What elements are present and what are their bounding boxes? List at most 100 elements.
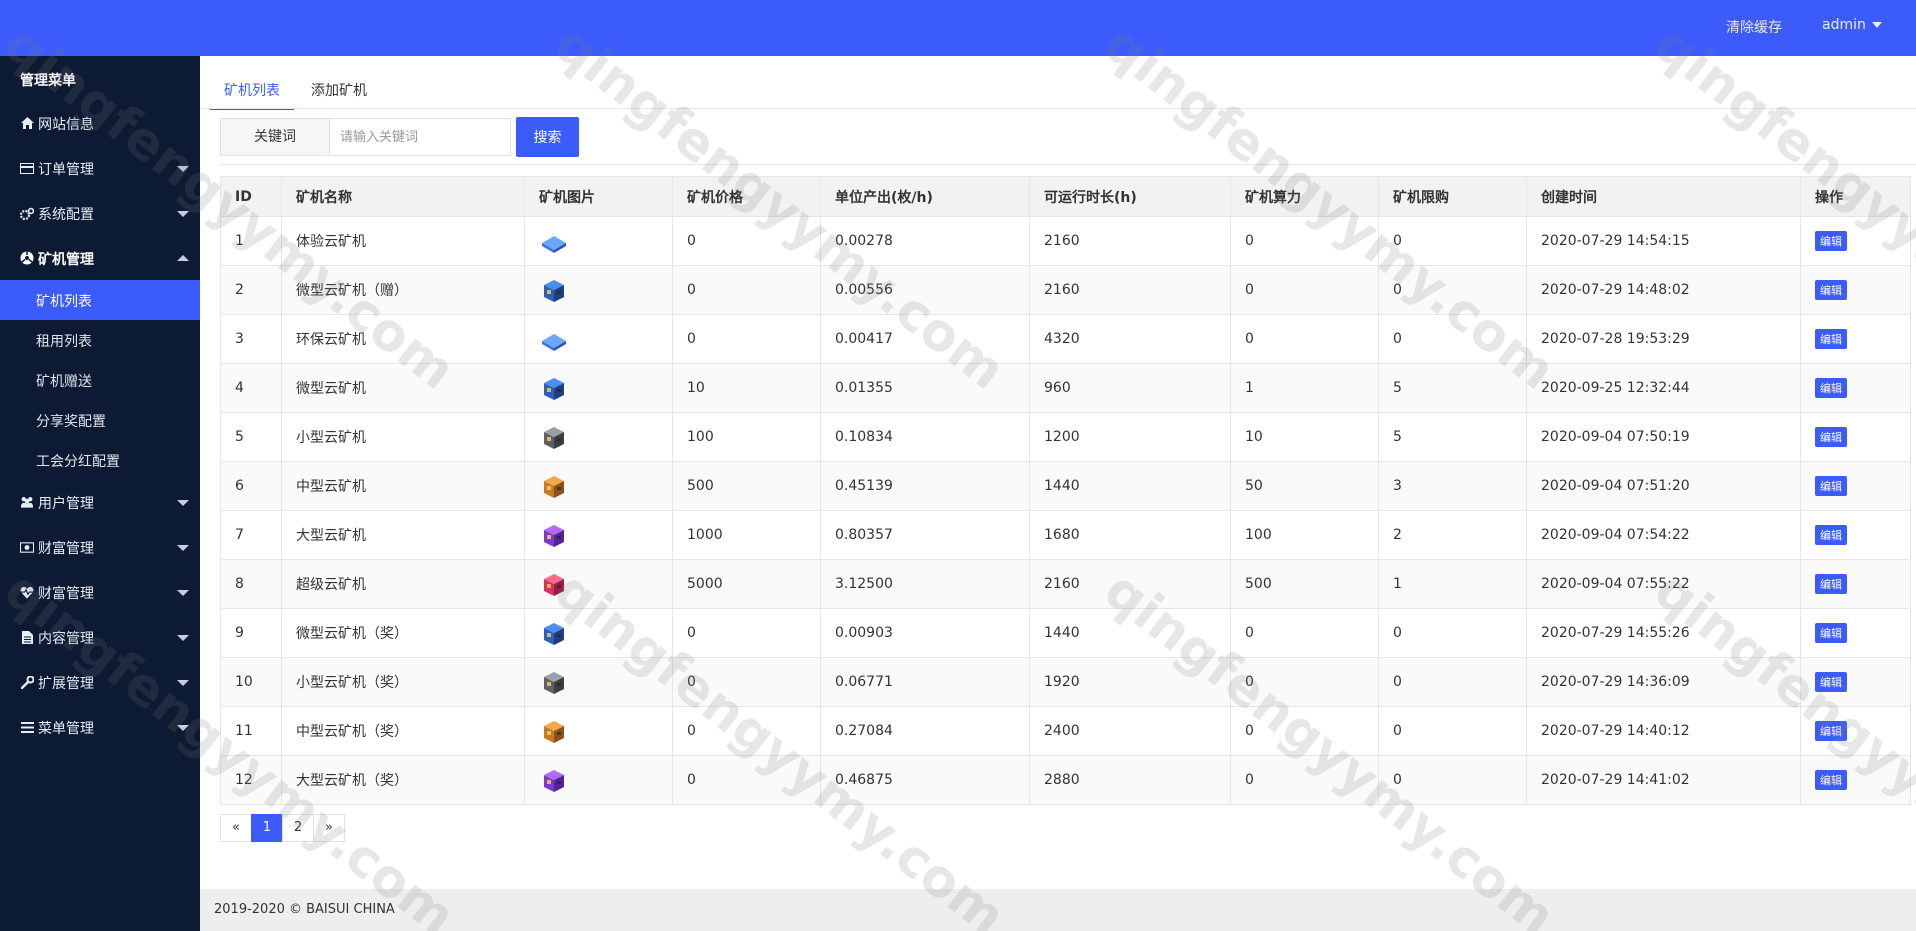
sidebar-subitem-label: 分享奖配置 <box>36 414 106 430</box>
chevron-down-icon <box>177 725 189 731</box>
cell-price: 500 <box>672 461 821 511</box>
sidebar-subitem-label: 矿机列表 <box>36 294 92 310</box>
cell-id: 1 <box>220 216 282 266</box>
sidebar-item-miner-management[interactable]: 矿机管理 <box>0 236 200 280</box>
cell-power: 0 <box>1230 706 1379 756</box>
miner-image <box>539 373 569 403</box>
page-button-2[interactable]: 2 <box>282 814 314 842</box>
sidebar-item-label: 系统配置 <box>38 207 94 223</box>
chevron-down-icon <box>177 166 189 172</box>
sidebar-item-orders[interactable]: 订单管理 <box>0 146 200 190</box>
miner-image <box>539 618 569 648</box>
next-page-button[interactable]: » <box>313 814 345 842</box>
edit-button[interactable]: 编辑 <box>1815 231 1847 251</box>
chevron-down-icon <box>177 500 189 506</box>
cell-price: 10 <box>672 363 821 413</box>
tab-add-miner[interactable]: 添加矿机 <box>294 70 384 110</box>
sidebar-subitem-share-reward[interactable]: 分享奖配置 <box>0 400 200 440</box>
cell-output: 0.00417 <box>820 314 1030 364</box>
cell-image <box>524 510 673 560</box>
miner-image <box>539 520 569 550</box>
sidebar-subitem-miner-list[interactable]: 矿机列表 <box>0 280 200 320</box>
edit-button[interactable]: 编辑 <box>1815 476 1847 496</box>
cell-name: 微型云矿机（奖） <box>281 608 525 658</box>
sidebar-item-label: 扩展管理 <box>38 676 94 692</box>
sidebar-subitem-rental-list[interactable]: 租用列表 <box>0 320 200 360</box>
cell-image <box>524 412 673 462</box>
sidebar-item-user-management[interactable]: 用户管理 <box>0 480 200 524</box>
file-icon <box>20 630 34 644</box>
cell-limit: 5 <box>1378 412 1527 462</box>
cell-output: 0.00903 <box>820 608 1030 658</box>
pagination: « 1 2 » <box>220 814 345 844</box>
cell-power: 0 <box>1230 657 1379 707</box>
cell-duration: 960 <box>1029 363 1231 413</box>
cell-price: 1000 <box>672 510 821 560</box>
sidebar-item-content-management[interactable]: 内容管理 <box>0 615 200 659</box>
cell-image <box>524 608 673 658</box>
cell-created: 2020-09-04 07:55:22 <box>1526 559 1801 609</box>
clear-cache-link[interactable]: 清除缓存 <box>1726 17 1782 37</box>
cell-duration: 2400 <box>1029 706 1231 756</box>
edit-button[interactable]: 编辑 <box>1815 329 1847 349</box>
cell-created: 2020-07-29 14:55:26 <box>1526 608 1801 658</box>
card-icon <box>20 161 34 175</box>
edit-button[interactable]: 编辑 <box>1815 770 1847 790</box>
sidebar-item-wealth-management-2[interactable]: 财富管理 <box>0 570 200 614</box>
cell-duration: 2880 <box>1029 755 1231 805</box>
cell-name: 微型云矿机（赠） <box>281 265 525 315</box>
cell-duration: 1680 <box>1029 510 1231 560</box>
cell-name: 大型云矿机 <box>281 510 525 560</box>
caret-down-icon <box>1871 22 1882 28</box>
search-button[interactable]: 搜索 <box>516 117 579 157</box>
sidebar-item-label: 矿机管理 <box>38 252 94 268</box>
users-icon <box>20 495 34 509</box>
table-row: 10 小型云矿机（奖） 0 0.06771 1920 0 0 2020-07-29 14:36… <box>220 657 1911 707</box>
cell-created: 2020-07-29 14:40:12 <box>1526 706 1801 756</box>
edit-button[interactable]: 编辑 <box>1815 672 1847 692</box>
cell-duration: 2160 <box>1029 559 1231 609</box>
cell-name: 中型云矿机 <box>281 461 525 511</box>
sidebar-subitem-miner-gift[interactable]: 矿机赠送 <box>0 360 200 400</box>
search-input[interactable] <box>329 118 511 156</box>
tab-miner-list[interactable]: 矿机列表 <box>210 70 294 110</box>
table-row: 9 微型云矿机（奖） 0 0.00903 1440 0 0 2020-07-29 14:55:… <box>220 608 1911 658</box>
cell-limit: 1 <box>1378 559 1527 609</box>
cell-name: 小型云矿机 <box>281 412 525 462</box>
cell-limit: 0 <box>1378 608 1527 658</box>
cell-image <box>524 265 673 315</box>
edit-button[interactable]: 编辑 <box>1815 427 1847 447</box>
cell-image <box>524 755 673 805</box>
cell-created: 2020-07-29 14:48:02 <box>1526 265 1801 315</box>
sidebar-item-site-info[interactable]: 网站信息 <box>0 101 200 145</box>
admin-user-menu[interactable]: admin <box>1822 17 1882 33</box>
cell-created: 2020-07-29 14:54:15 <box>1526 216 1801 266</box>
edit-button[interactable]: 编辑 <box>1815 574 1847 594</box>
sidebar-subitem-union-dividend[interactable]: 工会分红配置 <box>0 440 200 480</box>
chevron-down-icon <box>177 590 189 596</box>
edit-button[interactable]: 编辑 <box>1815 378 1847 398</box>
cell-power: 1 <box>1230 363 1379 413</box>
sidebar-subitem-label: 租用列表 <box>36 334 92 350</box>
page-button-1[interactable]: 1 <box>251 814 283 842</box>
sidebar-item-menu-management[interactable]: 菜单管理 <box>0 705 200 749</box>
cell-power: 500 <box>1230 559 1379 609</box>
cell-id: 11 <box>220 706 282 756</box>
miner-image <box>539 667 569 697</box>
miner-image <box>539 422 569 452</box>
sidebar-item-system-config[interactable]: 系统配置 <box>0 191 200 235</box>
edit-button[interactable]: 编辑 <box>1815 623 1847 643</box>
sidebar-item-wealth-management[interactable]: 财富管理 <box>0 525 200 569</box>
prev-page-button[interactable]: « <box>220 814 252 842</box>
cell-created: 2020-07-29 14:41:02 <box>1526 755 1801 805</box>
sidebar-item-extension-management[interactable]: 扩展管理 <box>0 660 200 704</box>
edit-button[interactable]: 编辑 <box>1815 525 1847 545</box>
cell-price: 0 <box>672 216 821 266</box>
miner-image <box>539 569 569 599</box>
cell-name: 微型云矿机 <box>281 363 525 413</box>
money-icon <box>20 540 34 554</box>
cell-limit: 3 <box>1378 461 1527 511</box>
edit-button[interactable]: 编辑 <box>1815 280 1847 300</box>
cell-id: 10 <box>220 657 282 707</box>
edit-button[interactable]: 编辑 <box>1815 721 1847 741</box>
